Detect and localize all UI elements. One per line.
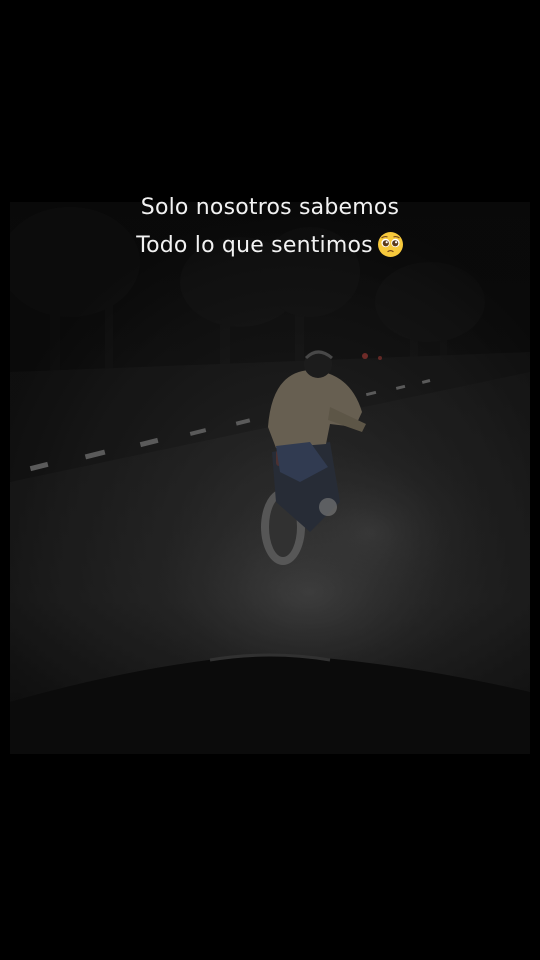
caption-line-2: Todo lo que sentimos: [0, 227, 540, 265]
video-frame: Solo nosotros sabemos Todo lo que sentim…: [0, 0, 540, 960]
caption-line-1: Solo nosotros sabemos: [0, 189, 540, 227]
pleading-face-emoji-icon: [377, 231, 404, 258]
caption-text-1: Solo nosotros sabemos: [140, 195, 400, 220]
caption-text-2: Todo lo que sentimos: [136, 233, 373, 258]
night-motorcycle-photo: [10, 202, 530, 754]
